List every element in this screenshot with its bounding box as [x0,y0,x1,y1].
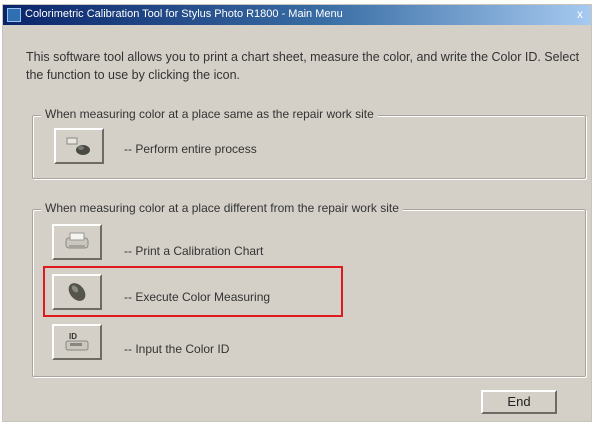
group-same-site: When measuring color at a place same as … [32,107,586,179]
print-chart-label: -- Print a Calibration Chart [124,244,264,258]
print-chart-button[interactable] [52,224,102,260]
printer-icon [65,232,89,249]
svg-text:ID: ID [69,332,77,341]
group-different-site-label: When measuring color at a place differen… [41,201,403,215]
input-id-icon: ID [65,332,89,351]
app-icon [7,8,21,22]
highlight-box [43,266,343,317]
perform-process-label: -- Perform entire process [124,142,257,156]
window-title: Colorimetric Calibration Tool for Stylus… [25,8,343,20]
perform-process-button[interactable] [54,128,104,164]
title-bar: Colorimetric Calibration Tool for Stylus… [3,5,591,25]
input-color-id-button[interactable]: ID [52,324,102,360]
group-same-site-label: When measuring color at a place same as … [41,107,378,121]
input-color-id-label: -- Input the Color ID [124,342,230,356]
end-button[interactable]: End [481,390,557,414]
close-button[interactable]: x [572,7,588,22]
intro-text: This software tool allows you to print a… [26,50,580,82]
perform-process-icon [66,137,90,155]
